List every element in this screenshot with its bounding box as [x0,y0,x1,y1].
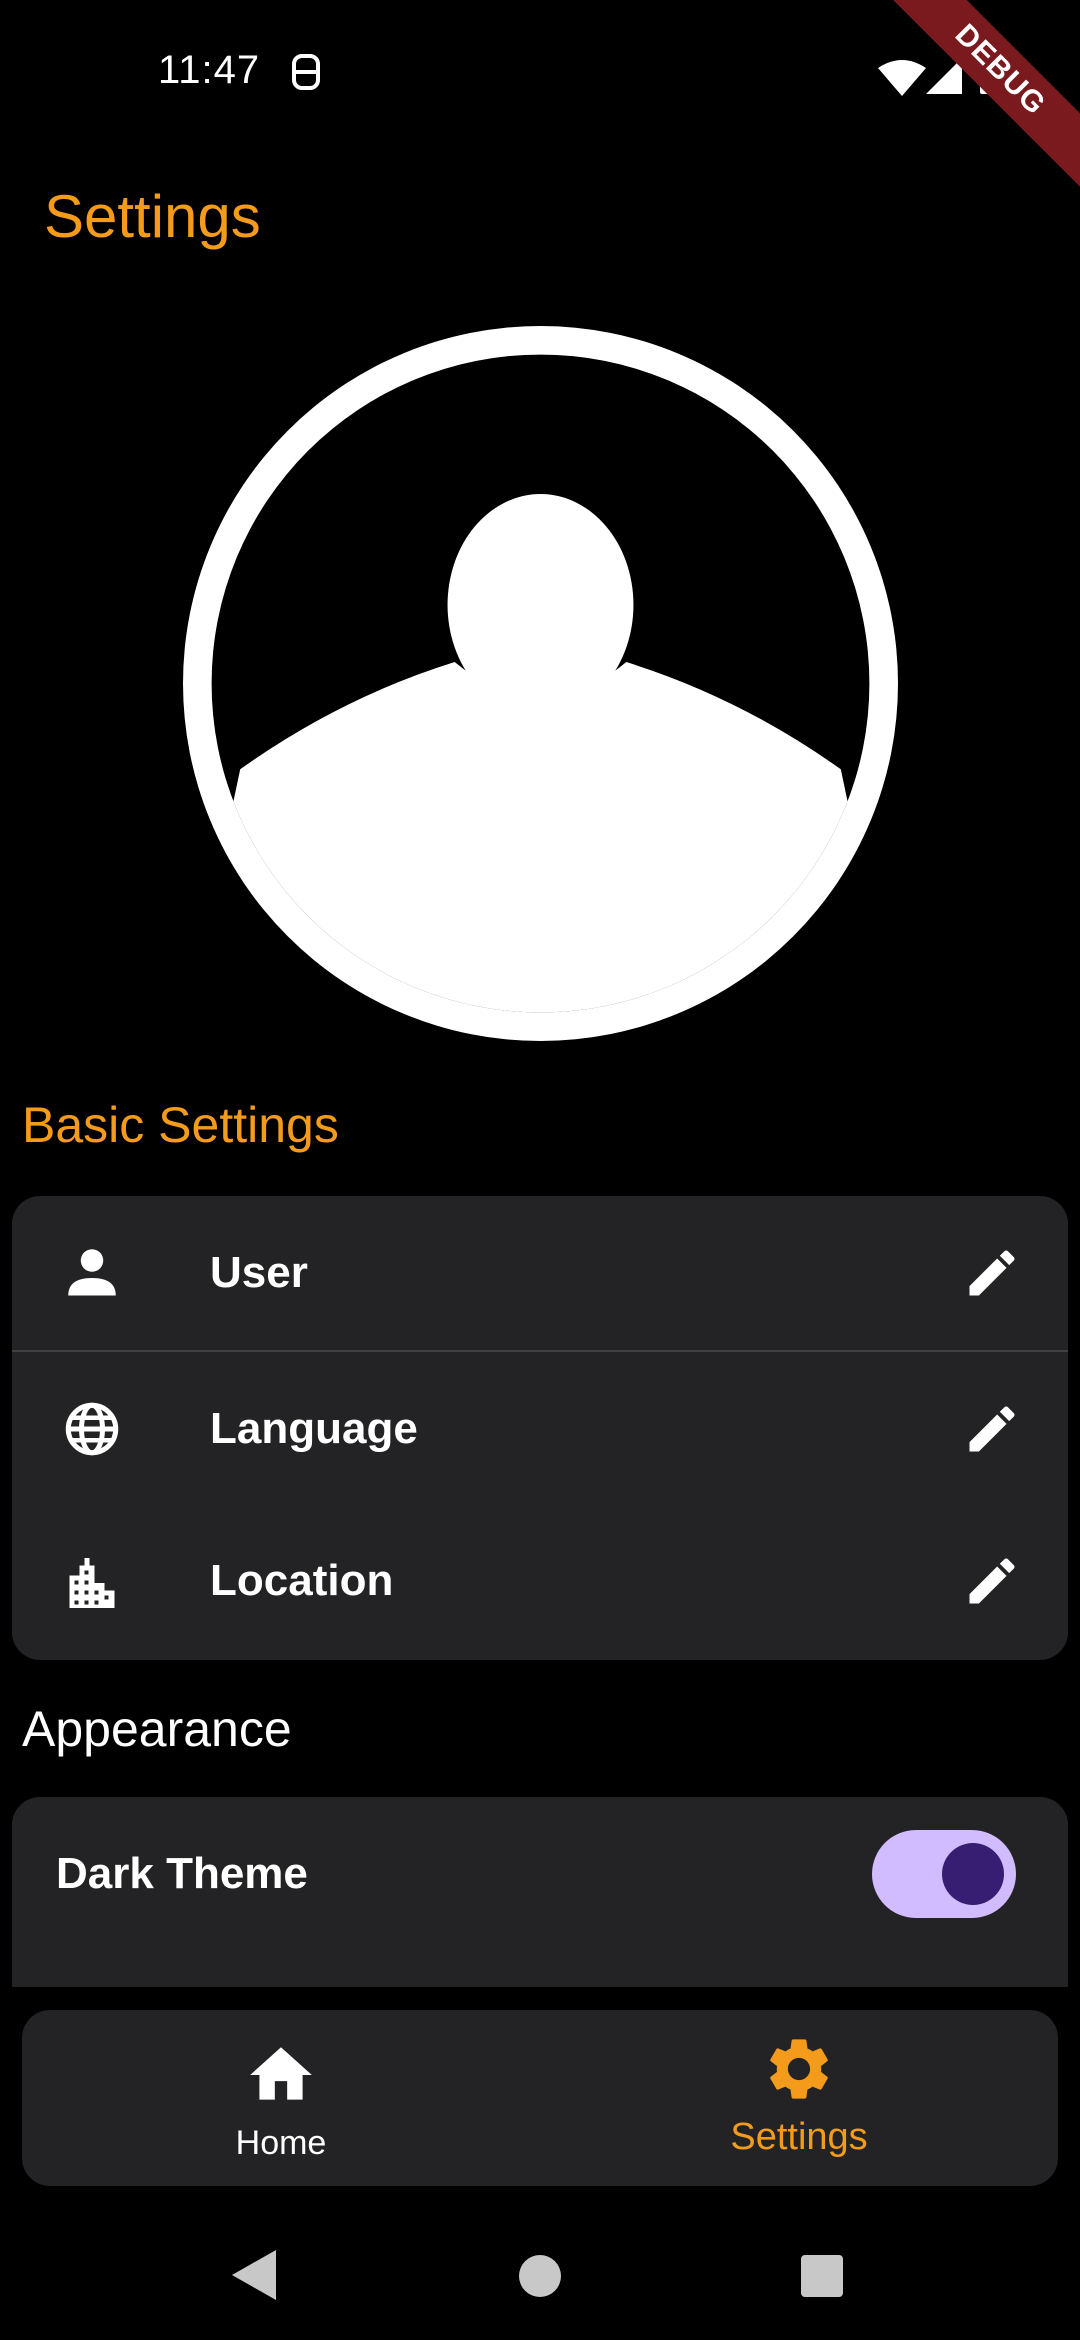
account-circle-icon[interactable] [183,326,898,1041]
city-icon [62,1553,122,1613]
dark-theme-label: Dark Theme [56,1849,308,1898]
settings-icon [762,2032,836,2106]
globe-icon [62,1399,122,1459]
home-circle-icon[interactable] [519,2255,561,2297]
appearance-card: Dark Theme [12,1797,1068,1987]
nav-label-settings: Settings [730,2116,868,2158]
page-title: Settings [44,183,261,250]
dark-theme-toggle[interactable] [872,1830,1016,1918]
edit-icon[interactable] [962,1551,1022,1611]
toggle-thumb [942,1843,1004,1905]
status-time: 11:47 [158,48,261,92]
settings-row-location[interactable]: Location [12,1506,1068,1660]
basic-settings-card: User Language Location [12,1196,1068,1660]
person-icon [62,1243,122,1303]
section-title-appearance: Appearance [22,1701,292,1757]
settings-row-user[interactable]: User [12,1196,1068,1350]
nav-item-settings[interactable]: Settings [540,2010,1058,2186]
wifi-icon [878,58,926,96]
recents-square-icon[interactable] [801,2255,843,2297]
bottom-navigation: Home Settings [22,2010,1058,2186]
edit-icon[interactable] [962,1243,1022,1303]
settings-row-label: Location [210,1556,394,1605]
settings-row-label: Language [210,1404,418,1453]
settings-row-language[interactable]: Language [12,1352,1068,1506]
nav-item-home[interactable]: Home [22,2010,540,2186]
notification-icon [286,52,326,92]
back-triangle-icon[interactable] [232,2250,276,2300]
edit-icon[interactable] [962,1399,1022,1459]
home-icon [244,2038,318,2112]
settings-row-label: User [210,1248,308,1297]
debug-banner: DEBUG [854,0,1080,216]
section-title-basic-settings: Basic Settings [22,1097,339,1153]
nav-label-home: Home [235,2124,327,2162]
